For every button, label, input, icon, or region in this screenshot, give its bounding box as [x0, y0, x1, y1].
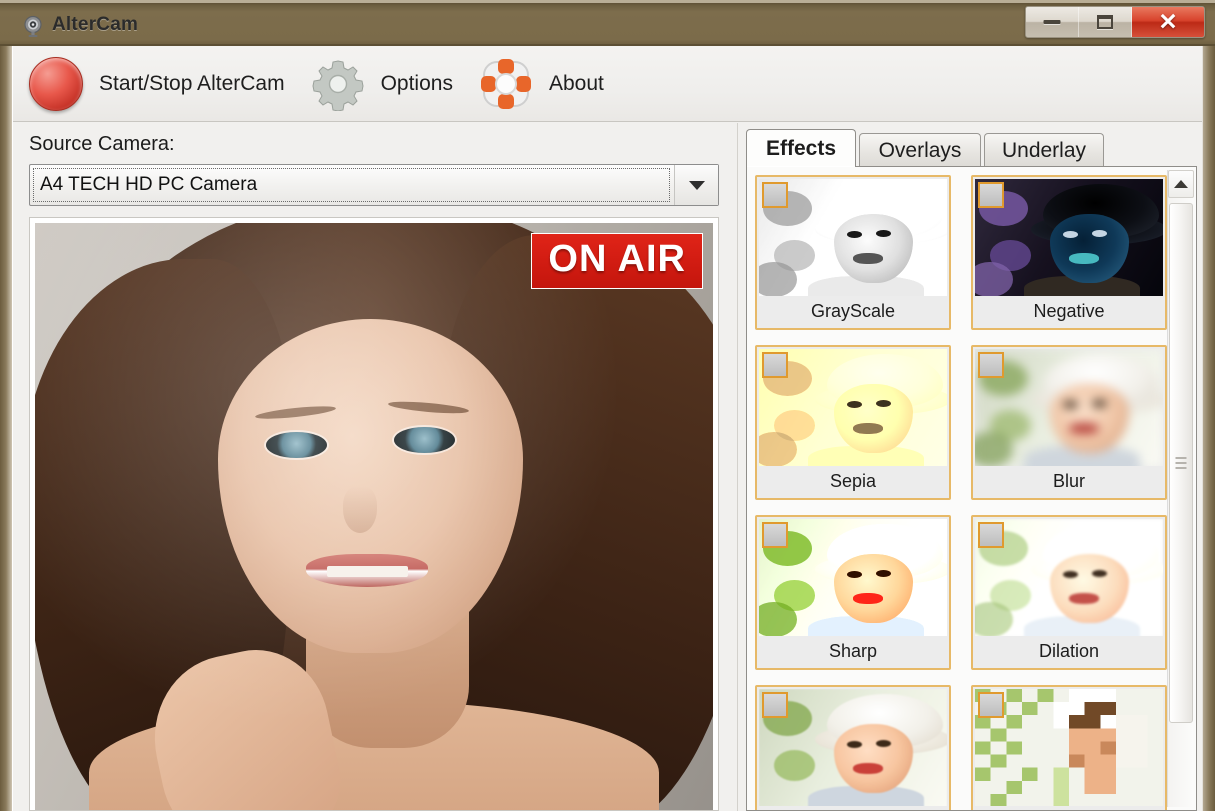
application-window: AlterCam ✕ Start/Stop AlterCam Options A…: [0, 0, 1215, 811]
effect-item-sepia[interactable]: Sepia: [755, 345, 951, 500]
tab-overlays-label: Overlays: [878, 138, 962, 162]
webcam-icon: [22, 15, 44, 37]
close-icon: ✕: [1158, 8, 1178, 35]
effect-checkbox-dilation[interactable]: [978, 522, 1004, 548]
start-stop-altercam-button[interactable]: Start/Stop AlterCam: [29, 53, 311, 115]
effect-item-8[interactable]: [971, 685, 1167, 810]
scroll-up-arrow-icon[interactable]: [1168, 170, 1194, 198]
effect-label-sharp: Sharp: [757, 636, 949, 666]
main-toolbar: Start/Stop AlterCam Options About: [13, 46, 1202, 122]
about-button[interactable]: About: [479, 53, 630, 115]
maximize-button[interactable]: [1079, 7, 1132, 37]
effect-checkbox-sharp[interactable]: [762, 522, 788, 548]
effect-checkbox-negative[interactable]: [978, 182, 1004, 208]
tab-underlay[interactable]: Underlay: [984, 133, 1104, 167]
effects-tab-panel: GrayScale Negative Sepia Blur Sharp Dila…: [746, 166, 1197, 811]
effect-checkbox-grayscale[interactable]: [762, 182, 788, 208]
video-preview[interactable]: ON AIR: [35, 223, 713, 810]
chevron-down-icon: [688, 180, 705, 190]
record-button-icon: [29, 56, 83, 111]
effect-checkbox-sepia[interactable]: [762, 352, 788, 378]
preview-pane: Source Camera: A4 TECH HD PC Camera ON A…: [13, 123, 737, 811]
effect-label-dilation: Dilation: [973, 636, 1165, 666]
effect-checkbox-7[interactable]: [762, 692, 788, 718]
close-button[interactable]: ✕: [1132, 7, 1204, 37]
effect-label-sepia: Sepia: [757, 466, 949, 496]
tab-overlays[interactable]: Overlays: [859, 133, 981, 167]
effect-item-sharp[interactable]: Sharp: [755, 515, 951, 670]
effect-label-grayscale: GrayScale: [757, 296, 949, 326]
window-controls: ✕: [1025, 6, 1205, 38]
scrollbar-thumb[interactable]: [1169, 203, 1193, 723]
effects-grid: GrayScale Negative Sepia Blur Sharp Dila…: [755, 175, 1167, 810]
tab-effects[interactable]: Effects: [746, 129, 856, 167]
effect-label-blur: Blur: [973, 466, 1165, 496]
on-air-badge: ON AIR: [531, 233, 703, 289]
title-bar[interactable]: AlterCam ✕: [0, 0, 1215, 46]
tab-strip: Effects Overlays Underlay: [746, 129, 1197, 167]
minimize-icon: [1043, 20, 1061, 24]
tab-underlay-label: Underlay: [1001, 138, 1087, 162]
tab-effects-label: Effects: [765, 136, 837, 160]
lifebuoy-icon: [479, 57, 533, 111]
about-label: About: [548, 71, 604, 95]
effect-item-7[interactable]: [755, 685, 951, 810]
camera-feed-image: [35, 223, 713, 810]
effect-item-negative[interactable]: Negative: [971, 175, 1167, 330]
start-stop-altercam-label: Start/Stop AlterCam: [99, 71, 285, 95]
source-camera-dropdown-button[interactable]: [674, 165, 718, 205]
effect-checkbox-8[interactable]: [978, 692, 1004, 718]
gear-icon: [311, 57, 365, 112]
options-button[interactable]: Options: [311, 53, 479, 115]
effects-pane: Effects Overlays Underlay GrayScale Nega…: [737, 123, 1202, 811]
source-camera-value: A4 TECH HD PC Camera: [40, 174, 258, 195]
source-camera-label: Source Camera:: [29, 133, 175, 155]
effect-label-negative: Negative: [973, 296, 1165, 326]
effect-item-grayscale[interactable]: GrayScale: [755, 175, 951, 330]
window-title: AlterCam: [52, 14, 139, 35]
video-preview-frame: ON AIR: [29, 217, 719, 811]
effect-item-blur[interactable]: Blur: [971, 345, 1167, 500]
effect-checkbox-blur[interactable]: [978, 352, 1004, 378]
effects-scrollbar[interactable]: [1167, 170, 1194, 807]
source-camera-select[interactable]: A4 TECH HD PC Camera: [29, 164, 719, 206]
minimize-button[interactable]: [1026, 7, 1079, 37]
effect-label-8: [973, 806, 1165, 810]
effect-label-7: [757, 806, 949, 810]
maximize-icon: [1097, 15, 1113, 29]
options-label: Options: [380, 71, 453, 95]
effect-item-dilation[interactable]: Dilation: [971, 515, 1167, 670]
client-area: Start/Stop AlterCam Options About Source…: [12, 46, 1203, 811]
